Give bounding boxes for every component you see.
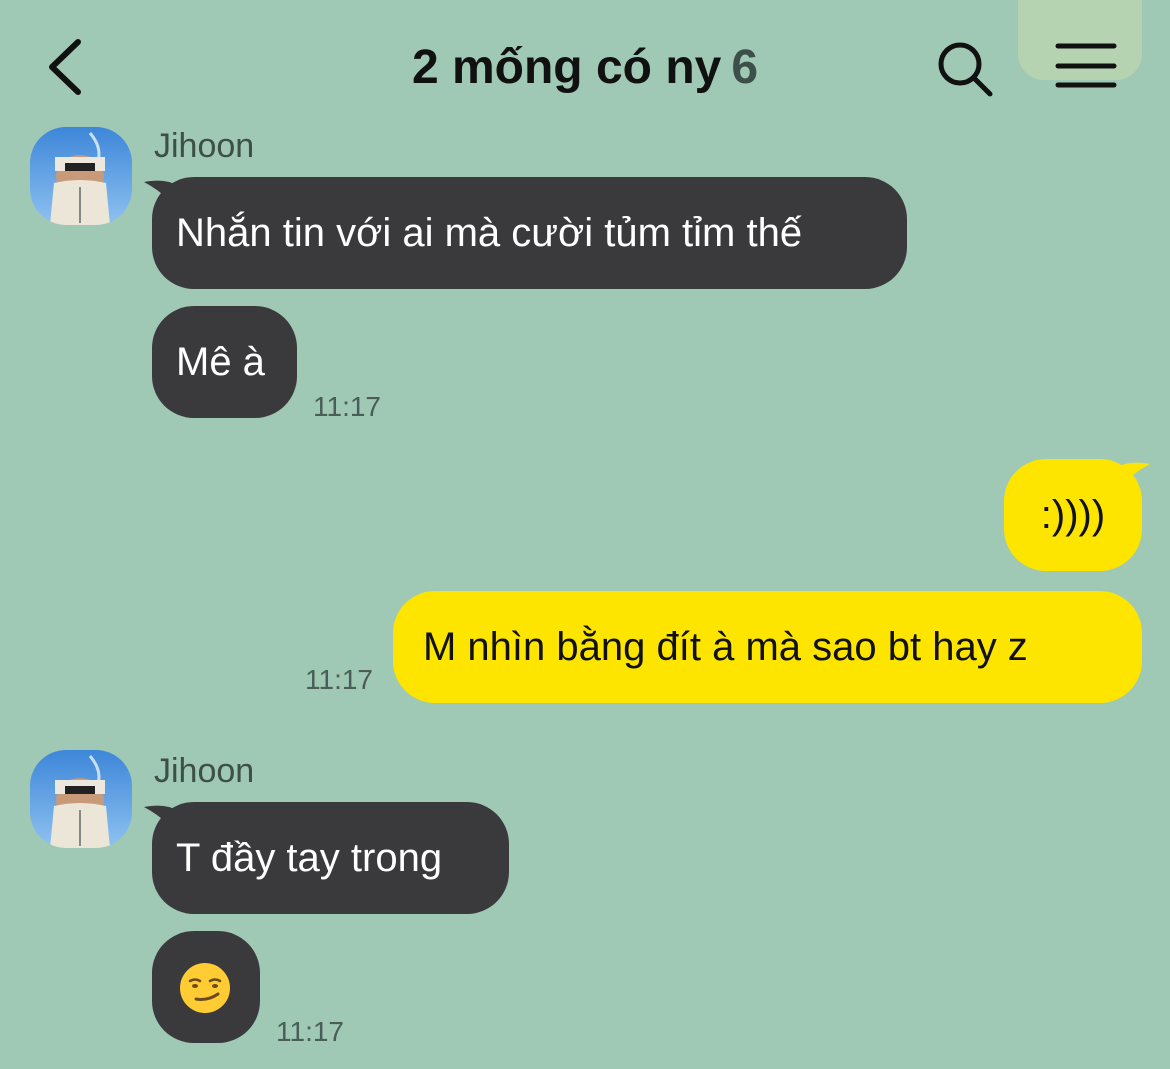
chat-room-name: 2 mống có ny [411,41,722,94]
message-text: Nhắn tin với ai mà cười tủm tỉm thế [176,211,803,255]
message-timestamp: 11:17 [276,1016,344,1047]
hamburger-menu-icon [1055,43,1117,88]
message-bubble[interactable]: :)))) [1004,459,1142,571]
message-bubble[interactable]: T đầy tay trong [152,802,509,914]
message-text: T đầy tay trong [176,836,443,880]
message-timestamp: 11:17 [313,391,381,422]
sender-name: Jihoon [154,127,255,165]
sender-name: Jihoon [154,752,255,790]
message-bubble[interactable]: M nhìn bằng đít à mà sao bt hay z [393,591,1142,703]
profile-photo [30,127,132,225]
member-count: 6 [731,41,759,94]
chevron-left-icon [49,39,81,95]
menu-button[interactable] [1052,40,1120,96]
search-icon [938,42,993,97]
profile-photo [30,750,132,848]
smirk-face-emoji-icon [180,963,230,1013]
message-text: M nhìn bằng đít à mà sao bt hay z [423,625,1028,669]
message-bubble[interactable]: Mê à [152,306,297,418]
back-button[interactable] [38,34,98,100]
search-button[interactable] [930,36,1000,102]
message-text: :)))) [1040,493,1106,537]
avatar[interactable] [30,127,132,225]
message-timestamp: 11:17 [305,664,373,695]
message-text: Mê à [176,340,265,384]
avatar[interactable] [30,750,132,848]
message-bubble[interactable]: 😏 [152,931,260,1043]
message-bubble[interactable]: Nhắn tin với ai mà cười tủm tỉm thế [152,177,907,289]
chat-header: 2 mống có ny 6 [0,0,1170,130]
